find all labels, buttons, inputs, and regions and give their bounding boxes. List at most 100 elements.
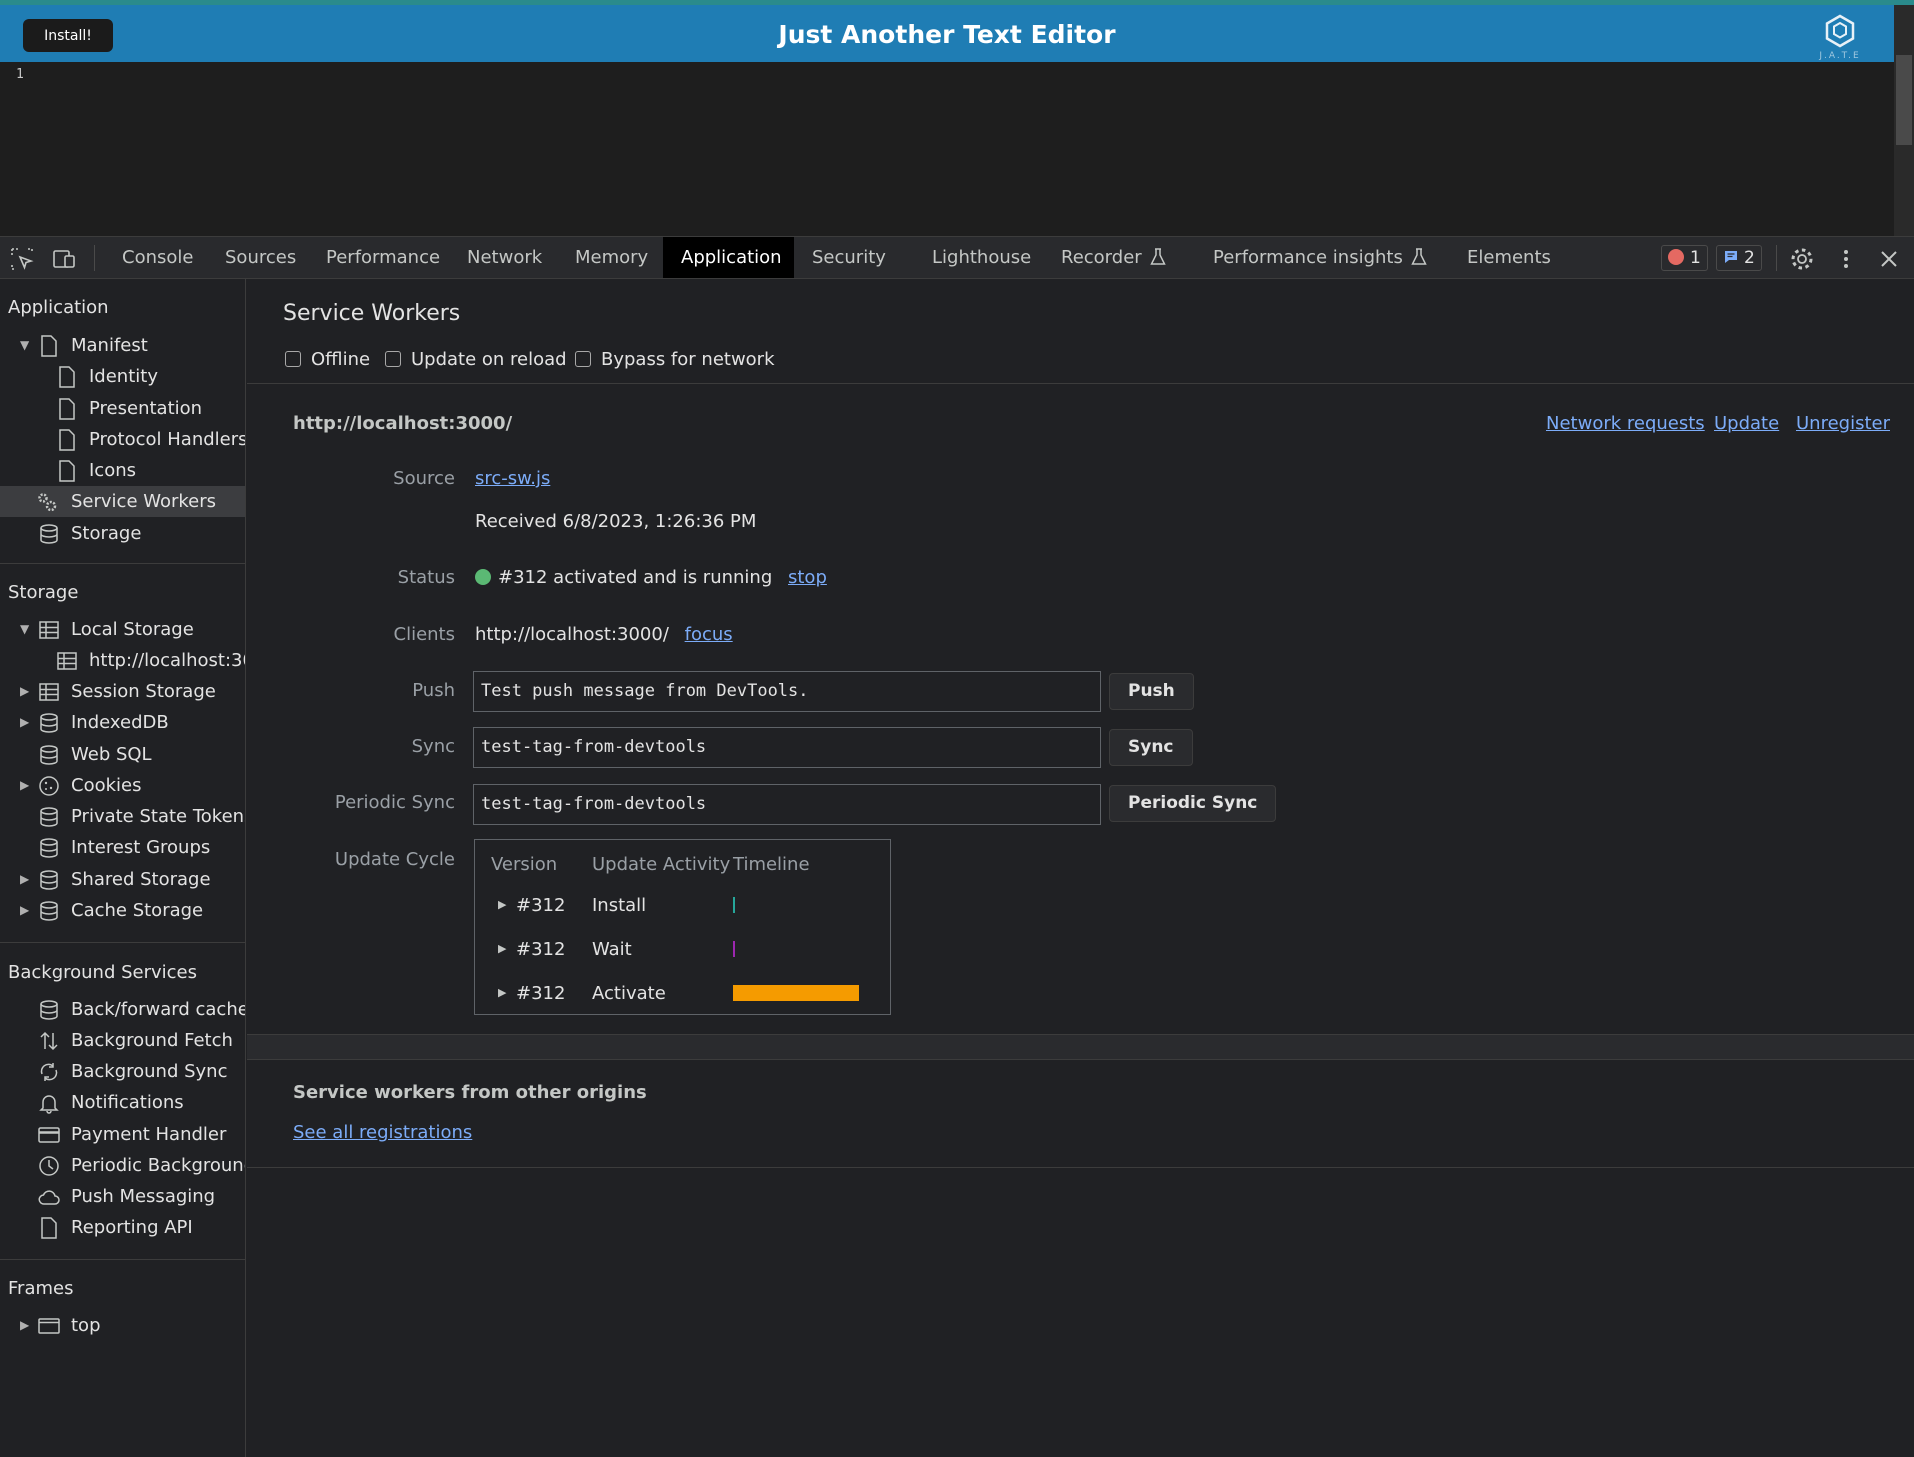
- periodic-sync-input[interactable]: test-tag-from-devtools: [473, 784, 1101, 825]
- tab-sources[interactable]: Sources: [207, 237, 314, 278]
- update-on-reload-checkbox[interactable]: Update on reload: [385, 348, 567, 372]
- sidebar-item-label: Manifest: [71, 335, 148, 356]
- collapsed-arrow-icon: ▶: [20, 715, 30, 729]
- app-scrollbar[interactable]: [1894, 5, 1914, 236]
- toolbar-separator: [94, 245, 95, 271]
- sidebar-item-label: Cache Storage: [71, 900, 204, 921]
- sidebar-divider: [0, 563, 245, 564]
- sidebar-item-label: Private State Tokens: [71, 806, 246, 827]
- more-options-icon[interactable]: [1832, 245, 1860, 273]
- checkbox-box[interactable]: [285, 351, 301, 367]
- status-value: #312 activated and is running stop: [475, 567, 827, 588]
- install-button[interactable]: Install!: [23, 19, 113, 52]
- error-badge[interactable]: 1: [1661, 245, 1708, 271]
- sidebar-item-label: Notifications: [71, 1092, 184, 1113]
- app-scrollbar-thumb[interactable]: [1896, 55, 1912, 145]
- sidebar-item-protocol-handlers[interactable]: Protocol Handlers: [0, 424, 246, 455]
- push-button[interactable]: Push: [1109, 673, 1194, 710]
- app-viewport: Just Another Text Editor Install! J.A.T.…: [0, 0, 1914, 236]
- sidebar-item-shared-storage[interactable]: ▶ Shared Storage: [0, 864, 245, 895]
- sidebar-item-periodic-background-sync[interactable]: Periodic Background Sync: [0, 1150, 245, 1181]
- tab-memory[interactable]: Memory: [557, 237, 666, 278]
- expand-arrow-icon[interactable]: ▶: [498, 942, 506, 955]
- sidebar-item-reporting-api[interactable]: Reporting API: [0, 1212, 245, 1243]
- tab-console[interactable]: Console: [104, 237, 211, 278]
- code-editor[interactable]: 1: [0, 62, 1894, 236]
- column-header-timeline: Timeline: [733, 854, 810, 875]
- gear-icon[interactable]: [1788, 245, 1816, 273]
- checkbox-box[interactable]: [575, 351, 591, 367]
- tab-security[interactable]: Security: [794, 237, 904, 278]
- sidebar-item-push-messaging[interactable]: Push Messaging: [0, 1181, 245, 1212]
- tab-performance-insights[interactable]: Performance insights: [1195, 237, 1445, 278]
- unregister-link[interactable]: Unregister: [1796, 413, 1890, 434]
- tab-performance-insights-label: Performance insights: [1213, 247, 1403, 268]
- sidebar-item-label: Protocol Handlers: [89, 429, 246, 450]
- cycle-activity: Wait: [592, 939, 632, 960]
- sidebar-item-private-state-tokens[interactable]: Private State Tokens: [0, 801, 246, 832]
- tab-recorder[interactable]: Recorder: [1043, 237, 1184, 278]
- expand-arrow-icon[interactable]: ▶: [498, 898, 506, 911]
- tab-recorder-label: Recorder: [1061, 247, 1142, 268]
- sidebar-item-payment-handler[interactable]: Payment Handler: [0, 1119, 245, 1150]
- devtools-toolbar: Console Sources Performance Network Memo…: [0, 236, 1914, 279]
- tab-application[interactable]: Application: [663, 237, 794, 278]
- push-input[interactable]: Test push message from DevTools.: [473, 671, 1101, 712]
- sidebar-item-background-fetch[interactable]: Background Fetch: [0, 1025, 245, 1056]
- checkbox-box[interactable]: [385, 351, 401, 367]
- tab-performance[interactable]: Performance: [308, 237, 458, 278]
- sidebar-item-presentation[interactable]: Presentation: [0, 393, 245, 424]
- update-cycle-label: Update Cycle: [334, 849, 455, 870]
- offline-checkbox[interactable]: Offline: [285, 348, 370, 372]
- device-toolbar-icon[interactable]: [50, 245, 78, 273]
- periodic-sync-button[interactable]: Periodic Sync: [1109, 785, 1277, 822]
- bypass-for-network-checkbox[interactable]: Bypass for network: [575, 348, 775, 372]
- sidebar-item-cookies[interactable]: ▶ Cookies: [0, 770, 245, 801]
- document-icon: [41, 335, 57, 357]
- see-all-registrations-link[interactable]: See all registrations: [293, 1122, 472, 1143]
- sidebar-item-session-storage[interactable]: ▶ Session Storage: [0, 676, 245, 707]
- inspect-element-icon[interactable]: [8, 245, 36, 273]
- expanded-arrow-icon: ▼: [20, 622, 30, 636]
- sidebar-item-local-storage[interactable]: ▼ Local Storage: [0, 614, 245, 645]
- sidebar-item-icons[interactable]: Icons: [0, 455, 245, 486]
- hexagon-logo-icon: [1825, 14, 1855, 48]
- database-icon: [40, 1000, 58, 1020]
- stop-link[interactable]: stop: [788, 567, 827, 588]
- expand-arrow-icon[interactable]: ▶: [498, 986, 506, 999]
- sidebar-item-storage-overview[interactable]: Storage: [0, 518, 245, 549]
- sidebar-item-interest-groups[interactable]: Interest Groups: [0, 832, 245, 863]
- sidebar-item-identity[interactable]: Identity: [0, 361, 245, 392]
- clients-label: Clients: [393, 624, 456, 645]
- sidebar-item-indexeddb[interactable]: ▶ IndexedDB: [0, 707, 245, 738]
- close-icon[interactable]: [1875, 245, 1903, 273]
- sidebar-item-background-sync[interactable]: Background Sync: [0, 1056, 245, 1087]
- sidebar-item-service-workers[interactable]: Service Workers: [0, 486, 245, 517]
- tab-lighthouse[interactable]: Lighthouse: [914, 237, 1049, 278]
- source-file-link[interactable]: src-sw.js: [475, 468, 550, 489]
- database-icon: [40, 838, 58, 858]
- tab-elements[interactable]: Elements: [1449, 237, 1569, 278]
- column-header-version: Version: [491, 854, 558, 875]
- sidebar-item-notifications[interactable]: Notifications: [0, 1087, 245, 1118]
- tab-network[interactable]: Network: [449, 237, 560, 278]
- sidebar-item-manifest[interactable]: ▼ Manifest: [0, 330, 245, 361]
- sidebar-item-back-forward-cache[interactable]: Back/forward cache: [0, 994, 245, 1025]
- focus-link[interactable]: focus: [685, 624, 733, 645]
- sidebar-heading-application: Application: [8, 297, 109, 318]
- sidebar-item-local-storage-origin[interactable]: http://localhost:3000: [0, 645, 245, 676]
- message-badge[interactable]: 2: [1716, 245, 1762, 271]
- update-link[interactable]: Update: [1714, 413, 1779, 434]
- sidebar-item-label: Cookies: [71, 775, 142, 796]
- sync-input[interactable]: test-tag-from-devtools: [473, 727, 1101, 768]
- sidebar-item-cache-storage[interactable]: ▶ Cache Storage: [0, 895, 245, 926]
- network-requests-link[interactable]: Network requests: [1546, 413, 1705, 434]
- sidebar-item-frame-top[interactable]: ▶ top: [0, 1310, 245, 1341]
- document-icon: [59, 460, 75, 482]
- sync-button[interactable]: Sync: [1109, 729, 1193, 766]
- document-icon: [41, 1217, 57, 1239]
- error-icon: [1668, 249, 1684, 265]
- bell-icon: [39, 1095, 59, 1114]
- sidebar-item-web-sql[interactable]: Web SQL: [0, 739, 245, 770]
- update-on-reload-label: Update on reload: [411, 349, 567, 370]
